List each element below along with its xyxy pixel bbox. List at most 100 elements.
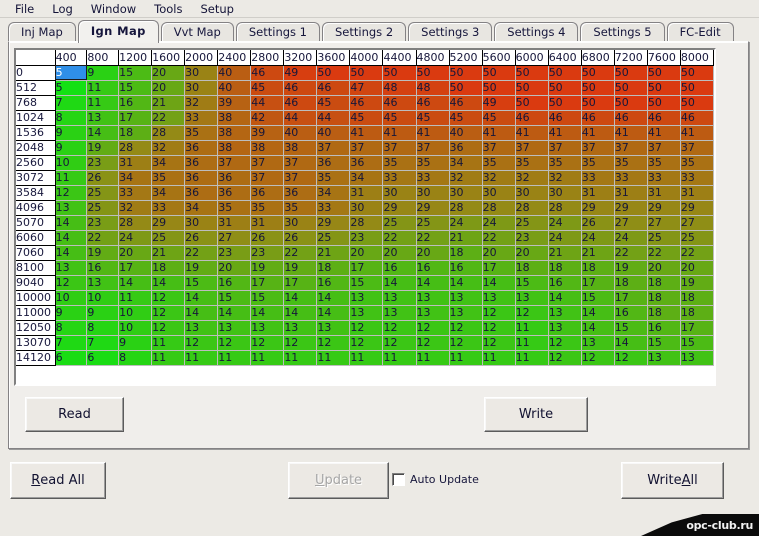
map-cell[interactable]: 12 (382, 320, 417, 336)
map-cell[interactable]: 23 (349, 230, 384, 246)
map-cell[interactable]: 15 (217, 290, 252, 306)
map-cell[interactable]: 28 (118, 140, 153, 156)
map-cell[interactable]: 13 (86, 110, 120, 126)
map-cell[interactable]: 14 (55, 230, 88, 246)
map-cell[interactable]: 11 (416, 350, 450, 366)
map-cell[interactable]: 18 (581, 260, 615, 276)
map-cell[interactable]: 19 (86, 140, 120, 156)
map-cell[interactable]: 9 (55, 125, 88, 141)
map-cell[interactable]: 25 (416, 215, 450, 231)
map-cell[interactable]: 17 (482, 260, 516, 276)
map-cell[interactable]: 14 (283, 305, 318, 321)
map-cell[interactable]: 6 (86, 350, 120, 366)
auto-update-checkbox[interactable] (392, 473, 405, 486)
map-cell[interactable]: 33 (581, 170, 615, 186)
map-cell[interactable]: 10 (86, 290, 120, 306)
map-cell[interactable]: 25 (86, 185, 120, 201)
map-cell[interactable]: 41 (382, 125, 417, 141)
tab-settings-4[interactable]: Settings 4 (494, 22, 579, 42)
map-cell[interactable]: 18 (548, 260, 582, 276)
map-cell[interactable]: 22 (680, 245, 714, 261)
map-cell[interactable]: 12 (614, 350, 648, 366)
map-cell[interactable]: 37 (581, 140, 615, 156)
map-cell[interactable]: 17 (118, 110, 153, 126)
map-cell[interactable]: 42 (250, 110, 285, 126)
map-cell[interactable]: 31 (680, 185, 714, 201)
map-cell[interactable]: 12 (217, 335, 252, 351)
map-cell[interactable]: 29 (647, 200, 681, 216)
map-cell[interactable]: 13 (581, 335, 615, 351)
map-cell[interactable]: 50 (614, 65, 648, 81)
map-cell[interactable]: 16 (86, 260, 120, 276)
map-cell[interactable]: 45 (382, 110, 417, 126)
map-cell[interactable]: 50 (581, 65, 615, 81)
map-cell[interactable]: 30 (416, 185, 450, 201)
map-cell[interactable]: 37 (382, 140, 417, 156)
map-cell[interactable]: 33 (151, 200, 186, 216)
map-cell[interactable]: 30 (283, 215, 318, 231)
map-cell[interactable]: 18 (316, 260, 351, 276)
map-cell[interactable]: 35 (515, 155, 549, 171)
map-cell[interactable]: 11 (482, 350, 516, 366)
map-cell[interactable]: 11 (55, 170, 88, 186)
map-cell[interactable]: 37 (482, 140, 516, 156)
map-cell[interactable]: 32 (118, 200, 153, 216)
map-cell[interactable]: 41 (614, 125, 648, 141)
map-cell[interactable]: 50 (680, 95, 714, 111)
map-cell[interactable]: 28 (482, 200, 516, 216)
table-row[interactable]: 10000 10 10 11 12 14 15 15 14 14 13 13 13 13 13 13 14 15 1… (16, 290, 714, 306)
map-cell[interactable]: 5 (55, 80, 88, 96)
map-cell[interactable]: 16 (316, 275, 351, 291)
map-cell[interactable]: 34 (184, 200, 219, 216)
map-cell[interactable]: 25 (647, 230, 681, 246)
map-cell[interactable]: 23 (217, 245, 252, 261)
map-cell[interactable]: 12 (283, 335, 318, 351)
map-cell[interactable]: 49 (283, 65, 318, 81)
map-cell[interactable]: 18 (647, 290, 681, 306)
map-cell[interactable]: 37 (316, 140, 351, 156)
map-cell[interactable]: 38 (217, 125, 252, 141)
map-cell[interactable]: 21 (548, 245, 582, 261)
map-cell[interactable]: 9 (55, 140, 88, 156)
map-cell[interactable]: 26 (184, 230, 219, 246)
map-cell[interactable]: 35 (680, 155, 714, 171)
map-cell[interactable]: 12 (482, 320, 516, 336)
map-cell[interactable]: 15 (581, 290, 615, 306)
map-cell[interactable]: 29 (416, 200, 450, 216)
map-cell[interactable]: 14 (184, 305, 219, 321)
map-cell[interactable]: 10 (55, 290, 88, 306)
map-cell[interactable]: 21 (449, 230, 483, 246)
map-cell[interactable]: 13 (482, 290, 516, 306)
map-cell[interactable]: 12 (250, 335, 285, 351)
map-cell[interactable]: 8 (55, 110, 88, 126)
map-cell[interactable]: 32 (449, 170, 483, 186)
map-cell[interactable]: 35 (316, 170, 351, 186)
update-button[interactable]: Update (288, 462, 389, 499)
map-cell[interactable]: 35 (482, 155, 516, 171)
map-cell[interactable]: 12 (151, 305, 186, 321)
map-cell[interactable]: 22 (382, 230, 417, 246)
map-cell[interactable]: 14 (416, 275, 450, 291)
map-cell[interactable]: 11 (316, 350, 351, 366)
map-cell[interactable]: 8 (118, 350, 153, 366)
map-cell[interactable]: 49 (482, 95, 516, 111)
map-cell[interactable]: 14 (86, 125, 120, 141)
map-cell[interactable]: 50 (449, 65, 483, 81)
map-cell[interactable]: 50 (647, 95, 681, 111)
map-cell[interactable]: 17 (614, 290, 648, 306)
table-row[interactable]: 9040 12 13 14 14 15 16 17 17 16 15 14 14 14 14 15 16 17 18… (16, 275, 714, 291)
map-cell[interactable]: 11 (217, 350, 252, 366)
map-cell[interactable]: 19 (680, 275, 714, 291)
map-cell[interactable]: 25 (680, 230, 714, 246)
map-cell[interactable]: 18 (151, 260, 186, 276)
map-cell[interactable]: 35 (382, 155, 417, 171)
table-row[interactable]: 2560 10 23 31 34 36 37 37 37 36 36 35 35 34 35 35 35 35 35… (16, 155, 714, 171)
map-cell[interactable]: 13 (449, 305, 483, 321)
map-cell[interactable]: 35 (283, 200, 318, 216)
map-cell[interactable]: 37 (283, 155, 318, 171)
map-cell[interactable]: 45 (449, 110, 483, 126)
map-cell[interactable]: 12 (184, 335, 219, 351)
map-cell[interactable]: 9 (55, 305, 88, 321)
map-cell[interactable]: 22 (283, 245, 318, 261)
map-cell[interactable]: 16 (449, 260, 483, 276)
